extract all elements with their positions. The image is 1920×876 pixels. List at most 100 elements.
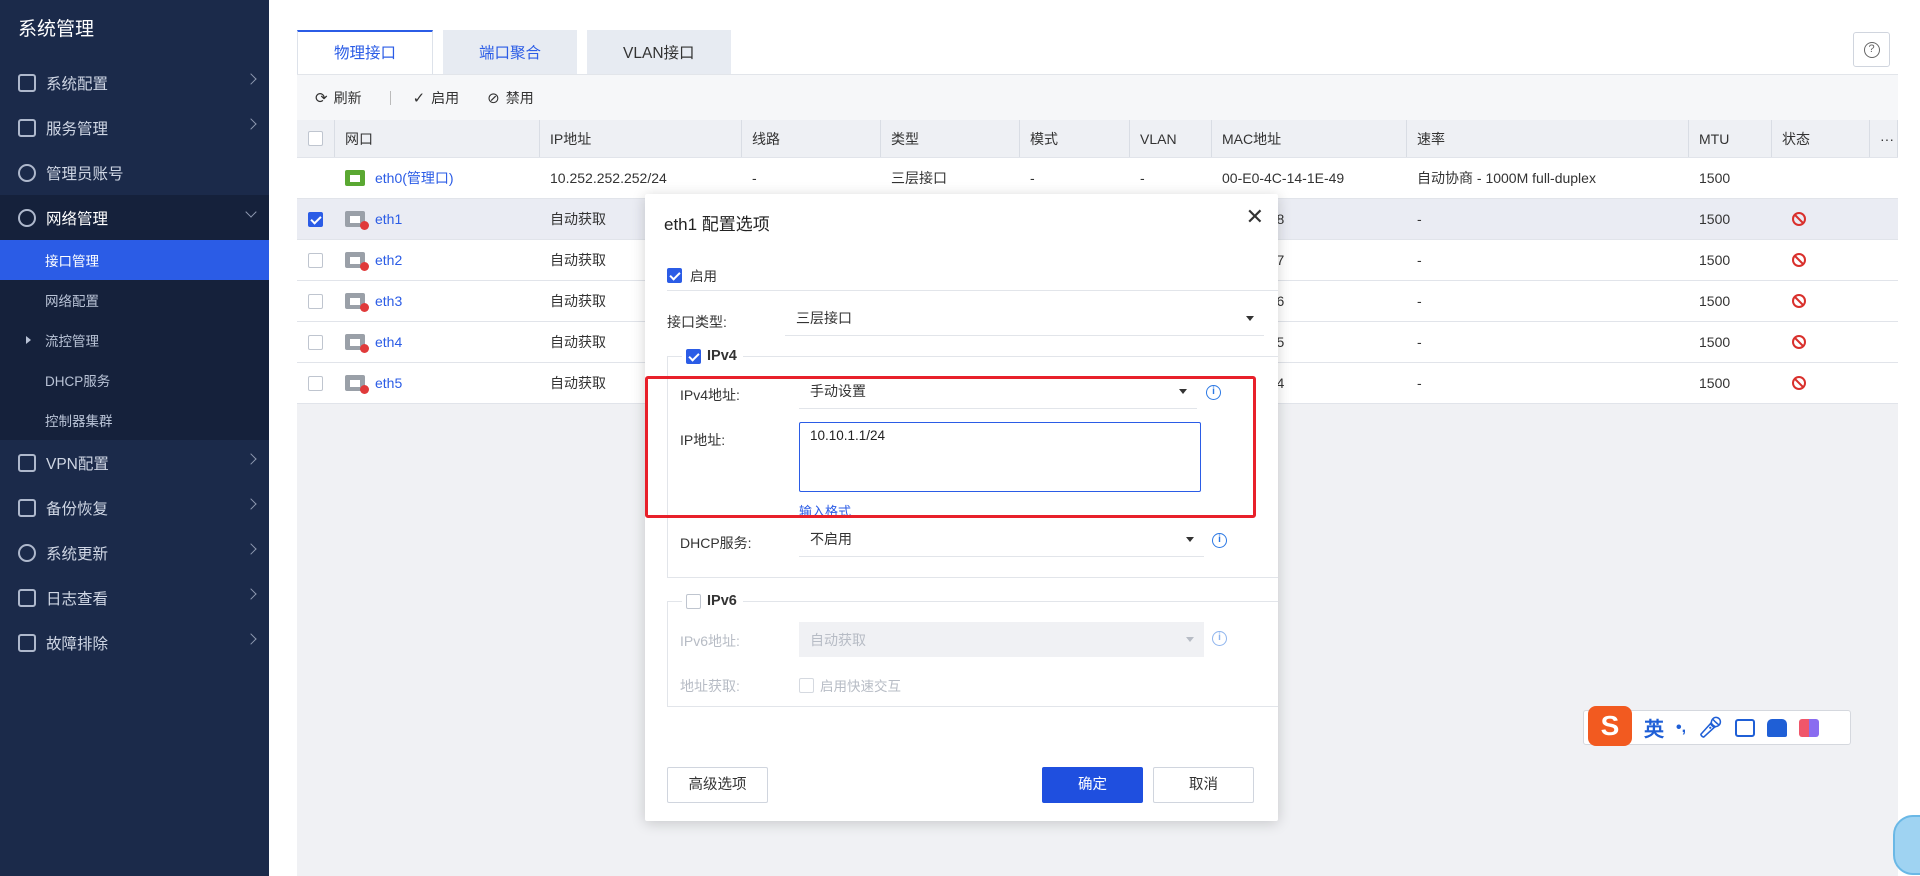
sidebar-item-backup[interactable]: 备份恢复	[0, 485, 269, 530]
port-link[interactable]: eth1	[375, 211, 402, 227]
sidebar-item-troubleshoot[interactable]: 故障排除	[0, 620, 269, 665]
row-checkbox[interactable]	[308, 375, 323, 391]
mtu-cell: 1500	[1699, 170, 1731, 186]
network-icon	[18, 208, 36, 227]
sidebar-subitem-label: 流控管理	[45, 334, 99, 349]
keyboard-icon[interactable]	[1735, 718, 1756, 737]
sidebar-item-system-config[interactable]: 系统配置	[0, 60, 269, 105]
iface-type-select[interactable]: 三层接口	[785, 301, 1264, 336]
column-header[interactable]: IP地址	[540, 120, 742, 157]
tab-vlan-interface[interactable]: VLAN接口	[587, 30, 731, 74]
sidebar-title: 系统管理	[18, 19, 95, 40]
cancel-button[interactable]: 取消	[1153, 767, 1254, 803]
management-port-icon	[345, 170, 365, 186]
wrench-icon	[18, 633, 36, 652]
tab-port-aggregation[interactable]: 端口聚合	[443, 30, 578, 74]
column-menu-button[interactable]: ···	[1870, 120, 1898, 157]
info-icon[interactable]: i	[1212, 533, 1227, 548]
ime-language-toggle[interactable]: 英	[1644, 713, 1664, 742]
assistant-bubble-icon[interactable]	[1893, 815, 1920, 875]
chevron-right-icon	[245, 73, 257, 85]
speed-cell: -	[1417, 252, 1422, 268]
close-icon[interactable]: ✕	[1246, 204, 1264, 230]
ime-toolbar[interactable]: S 英 •, 🎤︎	[1583, 705, 1851, 746]
port-link[interactable]: eth3	[375, 293, 402, 309]
disabled-status-icon	[1792, 335, 1806, 349]
column-header[interactable]: 网口	[335, 120, 540, 157]
skin-icon[interactable]	[1767, 718, 1788, 737]
sidebar-item-network[interactable]: 网络管理	[0, 195, 269, 240]
sidebar-subitem-flow[interactable]: 流控管理	[0, 320, 269, 360]
column-header[interactable]: 线路	[742, 120, 881, 157]
port-link[interactable]: eth0(管理口)	[375, 168, 454, 188]
sidebar-item-label: 系统配置	[46, 75, 109, 93]
column-header[interactable]: 模式	[1020, 120, 1130, 157]
column-header[interactable]: 状态	[1772, 120, 1870, 157]
enable-button[interactable]: ✓ 启用	[413, 88, 460, 108]
column-header[interactable]: 速率	[1407, 120, 1689, 157]
sidebar-subitem-cluster[interactable]: 控制器集群	[0, 400, 269, 440]
sidebar-subitem-dhcp[interactable]: DHCP服务	[0, 360, 269, 400]
caret-down-icon	[1246, 316, 1254, 321]
dhcp-select[interactable]: 不启用	[799, 522, 1204, 557]
select-all-checkbox[interactable]	[308, 131, 323, 146]
ip-cell: 10.252.252.252/24	[550, 170, 667, 186]
sidebar-item-vpn[interactable]: VPN配置	[0, 440, 269, 485]
port-link[interactable]: eth4	[375, 334, 402, 350]
sidebar-item-label: 备份恢复	[46, 500, 109, 518]
sidebar-item-admin[interactable]: 管理员账号	[0, 150, 269, 195]
sidebar: 系统管理 系统配置 服务管理 管理员账号 网络管理 接口管理 网络配置 流控管理…	[0, 0, 269, 876]
chevron-right-icon	[245, 633, 257, 645]
port-link[interactable]: eth5	[375, 375, 402, 391]
divider	[667, 290, 1278, 291]
ime-punctuation-toggle[interactable]: •,	[1676, 719, 1686, 737]
sidebar-item-service[interactable]: 服务管理	[0, 105, 269, 150]
speed-cell: -	[1417, 211, 1422, 227]
refresh-button[interactable]: ⟳ 刷新	[315, 88, 362, 108]
quick-interaction-label: 启用快速交互	[820, 679, 901, 694]
ipv6-addr-select: 自动获取	[799, 622, 1204, 657]
ipv4-checkbox[interactable]	[686, 348, 701, 364]
speed-cell: -	[1417, 293, 1422, 309]
ipv6-checkbox[interactable]	[686, 593, 701, 609]
column-header[interactable]: VLAN	[1130, 120, 1212, 157]
caret-down-icon	[1186, 637, 1194, 642]
ok-button[interactable]: 确定	[1042, 767, 1143, 803]
column-header[interactable]: 类型	[881, 120, 1020, 157]
microphone-icon[interactable]: 🎤︎	[1698, 715, 1723, 740]
tab-physical-interface[interactable]: 物理接口	[297, 30, 434, 74]
column-header[interactable]: MAC地址	[1212, 120, 1407, 157]
port-link[interactable]: eth2	[375, 252, 402, 268]
tab-bar: 物理接口 端口聚合 VLAN接口 ?	[297, 0, 1898, 74]
chevron-right-icon	[245, 498, 257, 510]
row-checkbox[interactable]	[308, 293, 323, 309]
table-row[interactable]: eth0(管理口) 10.252.252.252/24 - 三层接口 - - 0…	[297, 158, 1898, 199]
toolbar: ⟳ 刷新 ✓ 启用 ⊘ 禁用	[297, 74, 1898, 120]
port-down-icon	[345, 293, 369, 312]
sidebar-item-update[interactable]: 系统更新	[0, 530, 269, 575]
disabled-status-icon	[1792, 253, 1806, 267]
advanced-options-button[interactable]: 高级选项	[667, 767, 768, 803]
column-header[interactable]: MTU	[1689, 120, 1772, 157]
disable-button[interactable]: ⊘ 禁用	[487, 88, 534, 108]
enable-checkbox[interactable]	[667, 267, 682, 283]
ime-logo-icon[interactable]: S	[1588, 705, 1632, 746]
disabled-status-icon	[1792, 212, 1806, 226]
info-icon: i	[1212, 631, 1227, 646]
enable-label: 启用	[431, 89, 460, 106]
type-cell: 三层接口	[891, 170, 947, 186]
sidebar-item-logs[interactable]: 日志查看	[0, 575, 269, 620]
sidebar-subitem-network-config[interactable]: 网络配置	[0, 280, 269, 320]
ipv6-legend-label: IPv6	[707, 593, 737, 609]
refresh-icon: ⟳	[315, 89, 328, 107]
row-checkbox[interactable]	[308, 252, 323, 268]
ipv6-legend[interactable]: IPv6	[682, 592, 743, 610]
toolbox-icon[interactable]	[1799, 718, 1820, 737]
row-checkbox[interactable]	[308, 334, 323, 350]
row-checkbox[interactable]	[308, 211, 323, 227]
mtu-cell: 1500	[1699, 211, 1731, 227]
enable-checkbox-row[interactable]: 启用	[667, 265, 717, 285]
ipv4-legend[interactable]: IPv4	[682, 347, 743, 365]
sidebar-subitem-interface[interactable]: 接口管理	[0, 240, 269, 280]
help-button[interactable]: ?	[1853, 32, 1890, 67]
